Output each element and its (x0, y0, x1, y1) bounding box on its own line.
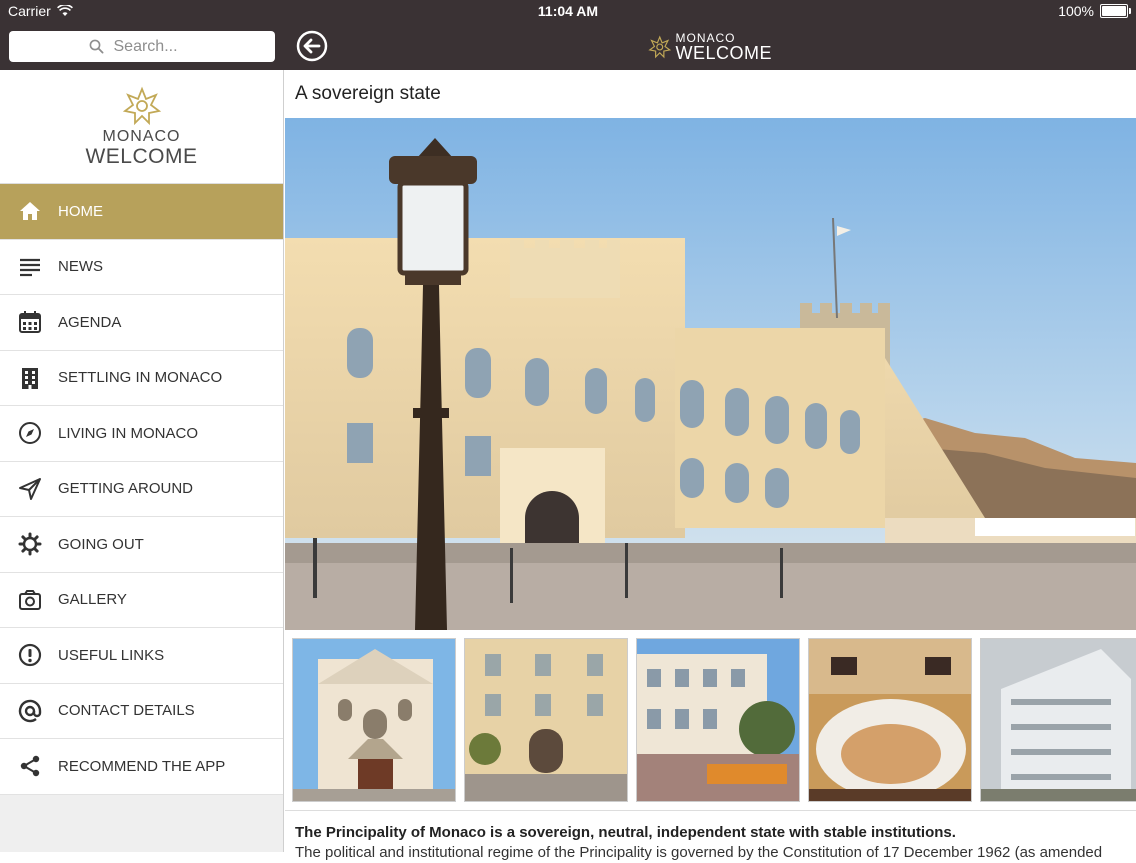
sidebar-item-home[interactable]: HOME (0, 184, 283, 240)
sidebar-item-label: GOING OUT (58, 535, 144, 553)
star-logo-icon (648, 35, 672, 59)
search-icon (89, 39, 104, 54)
back-arrow-icon[interactable] (296, 30, 328, 62)
main-content: A sovereign state The Principality of Mo… (285, 70, 1136, 861)
news-icon (18, 255, 42, 279)
clock: 11:04 AM (537, 3, 599, 19)
carrier-label: Carrier (8, 3, 51, 19)
sidebar-item-getting-around[interactable]: GETTING AROUND (0, 461, 283, 517)
camera-icon (18, 588, 42, 612)
search-field[interactable] (9, 31, 275, 62)
gallery-thumbnail[interactable] (636, 638, 800, 802)
share-icon (18, 754, 42, 778)
sidebar-item-label: RECOMMEND THE APP (58, 757, 226, 775)
sidebar-item-label: LIVING IN MONACO (58, 424, 199, 442)
sidebar-item-news[interactable]: NEWS (0, 239, 283, 295)
sidebar-item-label: HOME (58, 202, 103, 220)
page-title: A sovereign state (295, 83, 441, 104)
sidebar-item-label: GALLERY (58, 591, 127, 609)
article-body: The political and institutional regime o… (295, 844, 1103, 861)
article-intro: The Principality of Monaco is a sovereig… (295, 824, 956, 841)
calendar-icon (18, 310, 42, 334)
battery-percent: 100% (1058, 3, 1094, 19)
sidebar: MONACO WELCOME HOME NEWS AGENDA SETTLING… (0, 70, 284, 852)
sidebar-item-agenda[interactable]: AGENDA (0, 295, 283, 351)
gallery-thumbnails (292, 638, 1136, 802)
status-bar: Carrier 11:04 AM 100% (0, 0, 1136, 22)
exclamation-icon (18, 643, 42, 667)
wifi-icon (56, 5, 73, 16)
sidebar-item-label: NEWS (58, 258, 103, 276)
compass-icon (18, 421, 42, 445)
sidebar-item-label: GETTING AROUND (58, 480, 194, 498)
sidebar-item-settling-in-monaco[interactable]: SETTLING IN MONACO (0, 350, 283, 406)
search-input[interactable] (111, 36, 196, 57)
gallery-thumbnail[interactable] (464, 638, 628, 802)
sidebar-logo: MONACO WELCOME (0, 70, 283, 184)
sidebar-item-going-out[interactable]: GOING OUT (0, 517, 283, 573)
sidebar-logo-line1: MONACO (102, 128, 181, 145)
battery-icon (1100, 4, 1131, 18)
sidebar-item-label: SETTLING IN MONACO (58, 369, 223, 387)
gear-icon (18, 532, 42, 556)
sidebar-item-label: USEFUL LINKS (58, 646, 165, 664)
at-sign-icon (18, 699, 42, 723)
gallery-thumbnail[interactable] (292, 638, 456, 802)
header-logo-line2: WELCOME (675, 43, 772, 63)
header-logo: MONACO WELCOME (648, 30, 772, 64)
home-icon (18, 199, 42, 223)
sidebar-item-useful-links[interactable]: USEFUL LINKS (0, 628, 283, 684)
sidebar-item-recommend-the-app[interactable]: RECOMMEND THE APP (0, 739, 283, 795)
hero-image (285, 118, 1136, 630)
sidebar-item-gallery[interactable]: GALLERY (0, 572, 283, 628)
building-icon (18, 366, 42, 390)
sidebar-item-label: CONTACT DETAILS (58, 702, 195, 720)
sidebar-item-label: AGENDA (58, 313, 122, 331)
sidebar-logo-line2: WELCOME (85, 145, 198, 168)
sidebar-item-living-in-monaco[interactable]: LIVING IN MONACO (0, 406, 283, 462)
article-text: The Principality of Monaco is a sovereig… (285, 810, 1136, 863)
sidebar-item-contact-details[interactable]: CONTACT DETAILS (0, 683, 283, 739)
gallery-thumbnail[interactable] (980, 638, 1136, 802)
star-logo-icon (122, 86, 161, 126)
gallery-thumbnail[interactable] (808, 638, 972, 802)
navigation-arrow-icon (18, 477, 42, 501)
top-bar: Carrier 11:04 AM 100% Search... MONACO W… (0, 0, 1136, 70)
